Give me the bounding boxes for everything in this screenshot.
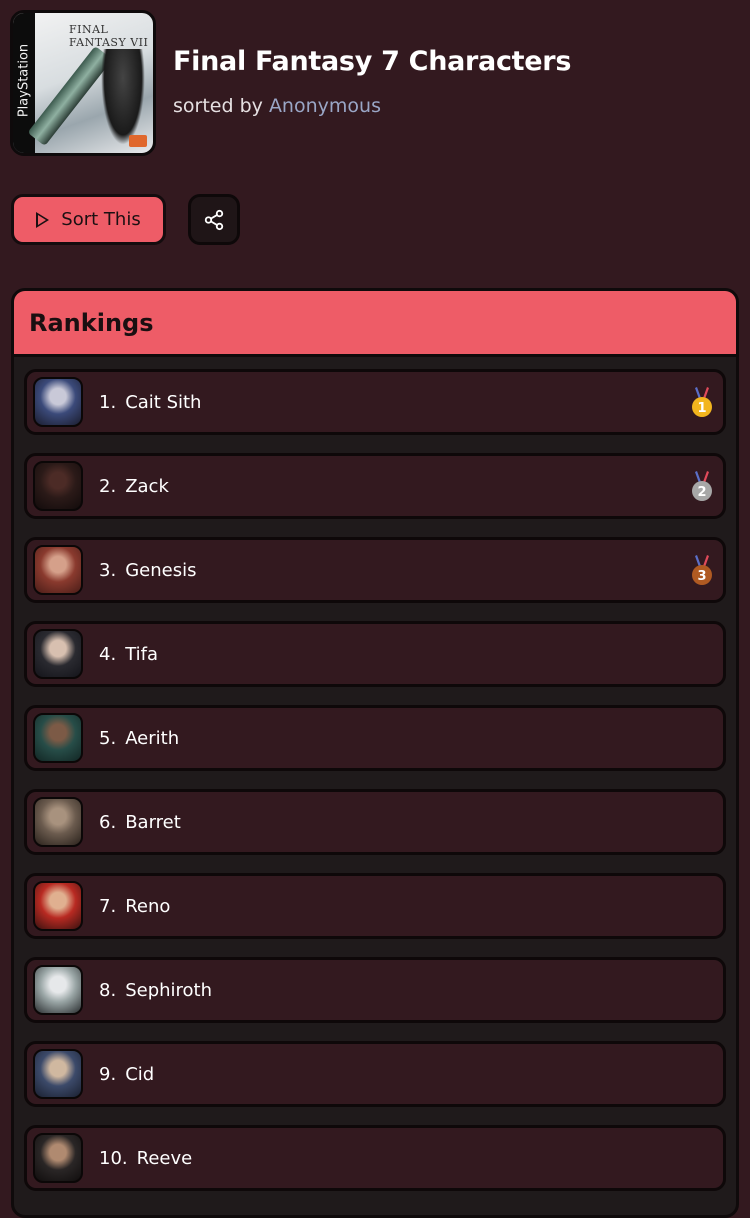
share-button[interactable] <box>188 194 240 245</box>
ranking-row[interactable]: 8. Sephiroth <box>24 957 726 1023</box>
rank-number: 9. <box>99 1063 117 1085</box>
sorted-by-label: sorted by <box>173 95 263 117</box>
ranking-row[interactable]: 9. Cid <box>24 1041 726 1107</box>
ranking-row[interactable]: 7. Reno <box>24 873 726 939</box>
character-name: Sephiroth <box>125 979 213 1001</box>
play-icon <box>36 211 50 228</box>
sort-this-label: Sort This <box>61 209 141 230</box>
character-avatar <box>33 1133 83 1183</box>
ranking-row[interactable]: 3. Genesis 3 <box>24 537 726 603</box>
game-logo: FINAL FANTASY VII <box>69 23 149 49</box>
svg-text:2: 2 <box>697 485 706 500</box>
character-avatar <box>33 965 83 1015</box>
ranking-row[interactable]: 5. Aerith <box>24 705 726 771</box>
rank-number: 3. <box>99 559 117 581</box>
sorted-by-line: sorted by Anonymous <box>173 95 381 117</box>
character-avatar <box>33 713 83 763</box>
ranking-label: 2. Zack <box>99 476 169 497</box>
share-icon <box>204 209 224 230</box>
page-title: Final Fantasy 7 Characters <box>173 46 572 77</box>
svg-text:1: 1 <box>697 401 706 416</box>
ranking-label: 4. Tifa <box>99 644 158 665</box>
character-name: Barret <box>125 811 181 833</box>
character-avatar <box>33 461 83 511</box>
rank-number: 10. <box>99 1147 128 1169</box>
rank-number: 8. <box>99 979 117 1001</box>
rank-number: 4. <box>99 643 117 665</box>
rankings-panel: Rankings 1. Cait Sith 1 2. Zack 2 3. Genesis 3 4.… <box>11 288 739 1218</box>
character-name: Reno <box>125 895 171 917</box>
character-avatar <box>33 1049 83 1099</box>
character-name: Genesis <box>125 559 197 581</box>
character-avatar <box>33 881 83 931</box>
character-avatar <box>33 629 83 679</box>
character-avatar <box>33 545 83 595</box>
rankings-list: 1. Cait Sith 1 2. Zack 2 3. Genesis 3 4. Tifa 5. Aer… <box>14 357 736 1191</box>
rank-number: 5. <box>99 727 117 749</box>
character-name: Zack <box>125 475 169 497</box>
rank-number: 2. <box>99 475 117 497</box>
ranking-row[interactable]: 10. Reeve <box>24 1125 726 1191</box>
ranking-row[interactable]: 6. Barret <box>24 789 726 855</box>
rank-number: 6. <box>99 811 117 833</box>
character-name: Tifa <box>125 643 158 665</box>
ranking-label: 7. Reno <box>99 896 170 917</box>
platform-label: PlayStation <box>16 43 32 118</box>
ranking-row[interactable]: 1. Cait Sith 1 <box>24 369 726 435</box>
ranking-row[interactable]: 4. Tifa <box>24 621 726 687</box>
rank-number: 7. <box>99 895 117 917</box>
ranking-label: 9. Cid <box>99 1064 154 1085</box>
character-avatar <box>33 797 83 847</box>
sword-illustration <box>27 45 113 147</box>
gold-medal-icon: 1 <box>692 387 712 417</box>
ranking-label: 1. Cait Sith <box>99 392 201 413</box>
character-name: Cait Sith <box>125 391 202 413</box>
author-name: Anonymous <box>268 95 381 117</box>
character-name: Cid <box>125 1063 155 1085</box>
ranking-label: 3. Genesis <box>99 560 196 581</box>
bronze-medal-icon: 3 <box>692 555 712 585</box>
character-silhouette <box>101 49 145 145</box>
rank-number: 1. <box>99 391 117 413</box>
sony-logo <box>129 135 147 147</box>
character-avatar <box>33 377 83 427</box>
ranking-label: 5. Aerith <box>99 728 179 749</box>
cover-art-image: PlayStation FINAL FANTASY VII <box>10 10 156 156</box>
ranking-row[interactable]: 2. Zack 2 <box>24 453 726 519</box>
sort-this-button[interactable]: Sort This <box>11 194 166 245</box>
silver-medal-icon: 2 <box>692 471 712 501</box>
ranking-label: 6. Barret <box>99 812 181 833</box>
ranking-label: 10. Reeve <box>99 1148 192 1169</box>
character-name: Reeve <box>136 1147 193 1169</box>
svg-text:3: 3 <box>697 569 706 584</box>
character-name: Aerith <box>125 727 180 749</box>
ranking-label: 8. Sephiroth <box>99 980 212 1001</box>
rankings-title: Rankings <box>14 291 736 357</box>
